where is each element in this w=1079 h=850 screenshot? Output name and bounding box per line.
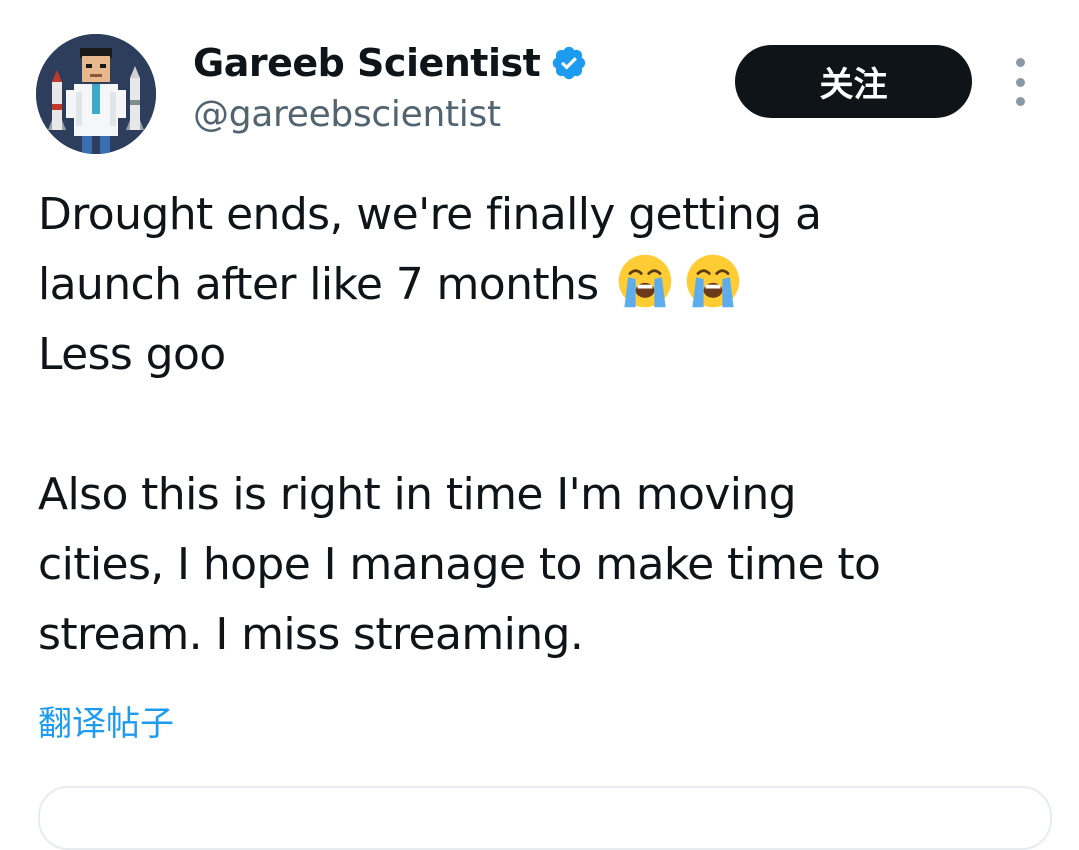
tweet-line-text: launch after like 7 months [38,259,599,310]
tweet-line: cities, I hope I manage to make time to [38,539,881,590]
translate-post-link[interactable]: 翻译帖子 [38,696,174,745]
author-handle[interactable]: @gareebscientist [193,94,501,135]
tweet-line: stream. I miss streaming. [38,609,584,660]
tweet-line-with-emoji: launch after like 7 months [38,250,1048,320]
author-display-name[interactable]: Gareeb Scientist [193,41,541,85]
avatar[interactable] [36,34,156,154]
tweet-header: Gareeb Scientist @gareebscientist 关注 [0,0,1079,170]
verified-badge-icon [553,46,586,80]
embedded-card-edge[interactable] [38,786,1052,850]
tweet-line: Drought ends, we're finally getting a [38,189,822,240]
follow-button[interactable]: 关注 [735,45,972,118]
author-name-row[interactable]: Gareeb Scientist [193,40,588,86]
tweet-text: Drought ends, we're finally getting a la… [38,180,1048,670]
more-options-icon[interactable] [1004,58,1036,106]
tweet-line: Also this is right in time I'm moving [38,469,797,520]
more-dot [1015,77,1025,87]
scientist-avatar-icon [36,34,156,154]
tweet-line: Less goo [38,329,226,380]
loudly-crying-face-icon [686,254,739,308]
more-dot [1015,58,1025,67]
more-dot [1015,97,1025,106]
loudly-crying-face-icon [618,254,671,308]
